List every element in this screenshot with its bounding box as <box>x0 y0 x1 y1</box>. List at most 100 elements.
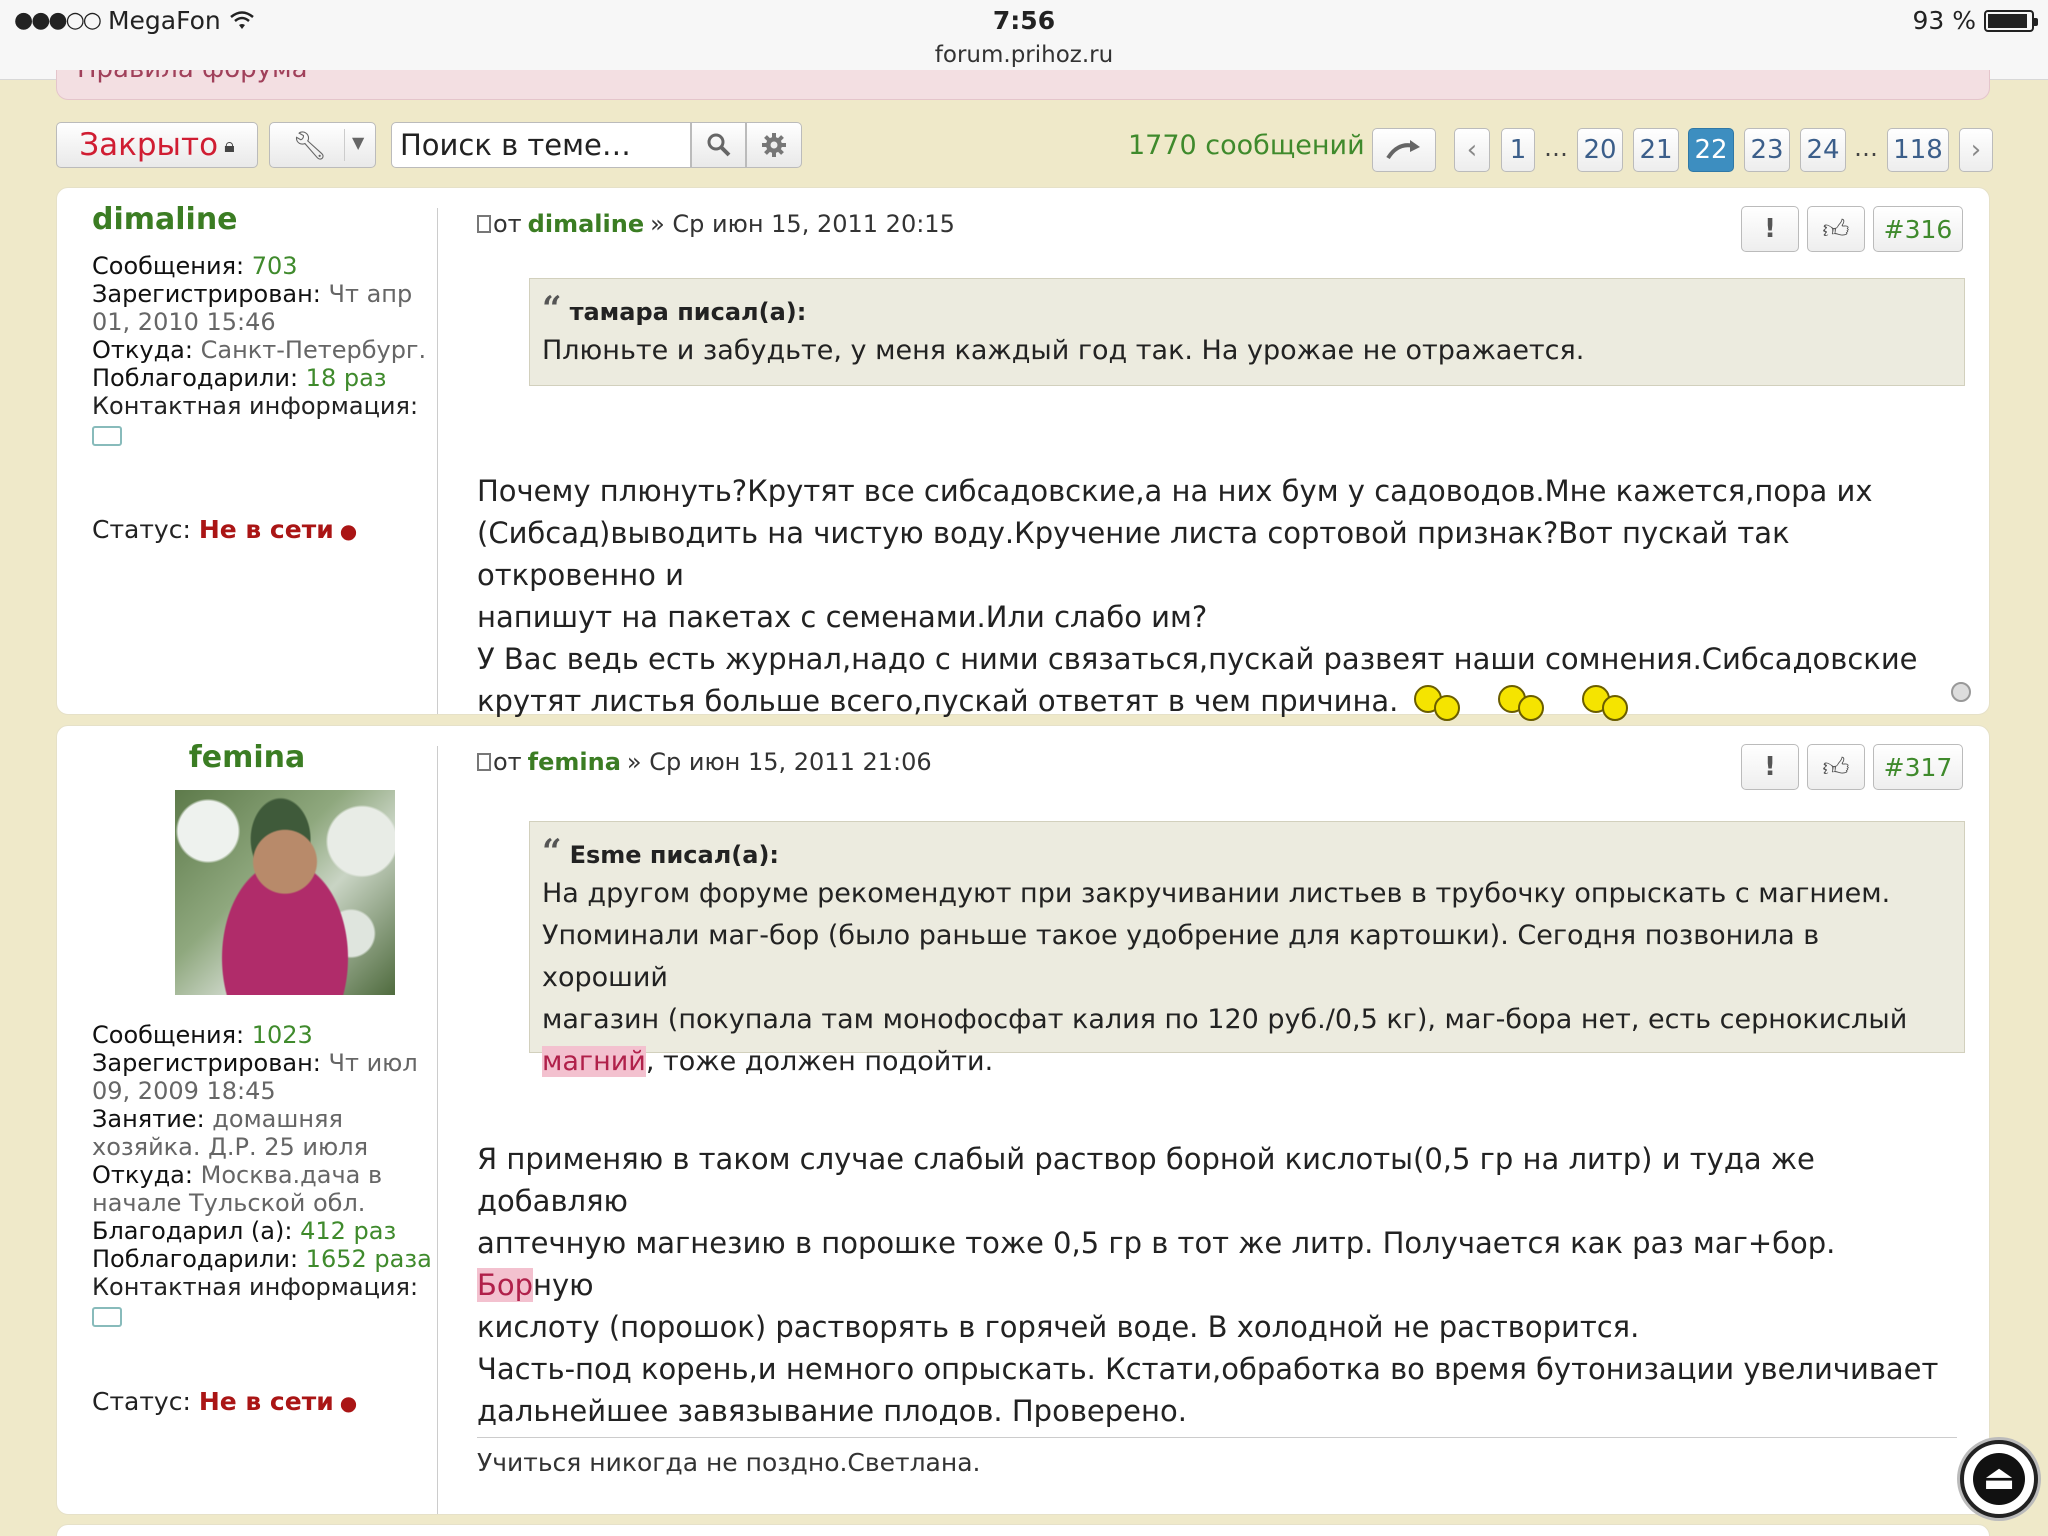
gear-icon <box>762 133 786 157</box>
closed-label: Закрыто <box>79 127 219 163</box>
post-author-profile: femina Сообщения: 1023 Зарегистрирован: … <box>57 726 437 1514</box>
top-icon[interactable] <box>1951 682 1971 702</box>
post-icon <box>477 215 491 233</box>
battery-percent: 93 % <box>1912 6 1976 35</box>
offline-dot-icon: ● <box>339 1391 358 1415</box>
chevron-left-icon: ‹ <box>1466 135 1478 165</box>
messages-count-link[interactable]: 1023 <box>252 1021 313 1049</box>
page-24-button[interactable]: 24 <box>1800 128 1846 172</box>
thumbs-up-icon: 👍︎ <box>1822 752 1850 783</box>
post-actions: ! 👍︎ #316 <box>1741 206 1963 252</box>
status-right: 93 % <box>1912 6 2038 35</box>
search-button[interactable] <box>691 122 746 168</box>
report-button[interactable]: ! <box>1741 206 1799 252</box>
thank-button[interactable]: 👍︎ <box>1807 206 1865 252</box>
lock-icon: 🔒︎ <box>224 133 235 157</box>
search-icon <box>707 133 730 157</box>
profile-divider <box>437 208 438 714</box>
arrow-up-icon: ⏏ <box>1973 1453 2025 1505</box>
messages-count-link[interactable]: 703 <box>252 252 298 280</box>
user-status: Статус: Не в сети ● <box>92 515 358 544</box>
profile-from: Откуда: Москва.дача в начале Тульской об… <box>92 1161 383 1217</box>
page-1-button[interactable]: 1 <box>1501 128 1535 172</box>
thanked-link[interactable]: 1652 раза <box>306 1245 432 1273</box>
forum-rules-banner[interactable]: Правила форума <box>56 70 1990 100</box>
profile-occupation: Занятие: домашняя хозяйка. Д.Р. 25 июля <box>92 1105 368 1161</box>
page-20-button[interactable]: 20 <box>1577 128 1623 172</box>
post-author-profile: dimaline Сообщения: 703 Зарегистрирован:… <box>57 188 437 714</box>
profile-messages: Сообщения: 703 <box>92 252 298 280</box>
pagination-ellipsis: … <box>1854 134 1878 162</box>
jump-to-page-button[interactable] <box>1372 128 1436 172</box>
post-date: » Ср июн 15, 2011 20:15 <box>650 210 955 238</box>
page-118-button[interactable]: 118 <box>1887 128 1949 172</box>
signature-divider <box>477 1437 1957 1438</box>
topic-closed-button[interactable]: Закрыто 🔒︎ <box>56 122 258 168</box>
profile-contact: Контактная информация: <box>92 1273 419 1301</box>
message-icon[interactable] <box>92 426 122 446</box>
jump-to-page-icon <box>1386 140 1420 160</box>
address-bar-url[interactable]: forum.prihoz.ru <box>0 42 2048 68</box>
thank-button[interactable]: 👍︎ <box>1807 744 1865 790</box>
post-actions: ! 👍︎ #317 <box>1741 744 1963 790</box>
ios-status-bar: ●●●○○ MegaFon 7:56 forum.prihoz.ru 93 % <box>0 0 2048 80</box>
post-body: Почему плюнуть?Крутят все сибсадовские,а… <box>477 470 1949 723</box>
forum-post: dimaline Сообщения: 703 Зарегистрирован:… <box>56 187 1990 721</box>
author-name-link[interactable]: femina <box>57 743 437 773</box>
forum-post: femina Сообщения: 1023 Зарегистрирован: … <box>56 725 1990 1515</box>
post-author-link[interactable]: femina <box>528 748 621 776</box>
report-icon: ! <box>1764 752 1776 782</box>
post-content: от femina » Ср июн 15, 2011 21:06 ! 👍︎ #… <box>477 726 1969 1514</box>
profile-registered: Зарегистрирован: Чт июл 09, 2009 18:45 <box>92 1049 418 1105</box>
post-signature: Учиться никогда не поздно.Светлана. <box>477 1448 981 1477</box>
page-21-button[interactable]: 21 <box>1633 128 1679 172</box>
post-header: от dimaline » Ср июн 15, 2011 20:15 <box>477 210 955 238</box>
offline-dot-icon: ● <box>339 519 358 543</box>
avatar <box>175 790 395 995</box>
profile-registered: Зарегистрирован: Чт апр 01, 2010 15:46 <box>92 280 413 336</box>
message-icon[interactable] <box>92 1307 122 1327</box>
status-offline: Не в сети <box>198 1387 334 1416</box>
post-number-link[interactable]: #317 <box>1873 744 1963 790</box>
author-name-link[interactable]: dimaline <box>92 205 437 235</box>
post-header: от femina » Ср июн 15, 2011 21:06 <box>477 748 932 776</box>
bee-smiley-icon <box>1494 683 1550 723</box>
post-date: » Ср июн 15, 2011 21:06 <box>626 748 932 776</box>
status-offline: Не в сети <box>198 515 334 544</box>
profile-thanked: Поблагодарили: 1652 раза <box>92 1245 432 1273</box>
report-icon: ! <box>1764 214 1776 244</box>
page-23-button[interactable]: 23 <box>1744 128 1790 172</box>
quote-header: “Esme писал(а): <box>542 832 780 872</box>
quote-mark-icon: “ <box>542 832 562 872</box>
post-number-link[interactable]: #316 <box>1873 206 1963 252</box>
gave-thanks-link[interactable]: 412 раз <box>300 1217 396 1245</box>
post-content: от dimaline » Ср июн 15, 2011 20:15 ! 👍︎… <box>477 188 1969 721</box>
post-author-link[interactable]: dimaline <box>528 210 644 238</box>
search-in-topic-input[interactable] <box>391 122 691 168</box>
profile-gave-thanks: Благодарил (а): 412 раз <box>92 1217 397 1245</box>
thanked-link[interactable]: 18 раз <box>306 364 387 392</box>
topic-tools-dropdown[interactable]: 🔧︎ ▼ <box>269 122 376 168</box>
chevron-right-icon: › <box>1970 135 1982 165</box>
report-button[interactable]: ! <box>1741 744 1799 790</box>
next-page-button[interactable]: › <box>1959 128 1993 172</box>
current-page-button[interactable]: 22 <box>1688 128 1734 172</box>
profile-messages: Сообщения: 1023 <box>92 1021 313 1049</box>
dropdown-separator <box>344 129 345 161</box>
smileys <box>1410 683 1634 723</box>
post-body: Я применяю в таком случае слабый раствор… <box>477 1142 1939 1428</box>
back-to-top-button[interactable]: ⏏ <box>1960 1440 2038 1518</box>
profile-from: Откуда: Санкт-Петербург. <box>92 336 427 364</box>
wrench-icon: 🔧︎ <box>292 129 328 162</box>
post-icon <box>477 753 491 771</box>
advanced-search-button[interactable] <box>746 122 802 168</box>
thumbs-up-icon: 👍︎ <box>1822 214 1850 245</box>
prev-page-button[interactable]: ‹ <box>1454 128 1490 172</box>
profile-contact: Контактная информация: <box>92 392 419 420</box>
quote-block: “тамара писал(а): Плюньте и забудьте, у … <box>529 278 1965 386</box>
search-highlight: Бор <box>477 1268 534 1302</box>
quote-block: “Esme писал(а): На другом форуме рекомен… <box>529 821 1965 1077</box>
profile-divider <box>437 746 438 1514</box>
forum-post <box>56 1524 1990 1536</box>
forum-rules-link[interactable]: Правила форума <box>77 70 308 84</box>
